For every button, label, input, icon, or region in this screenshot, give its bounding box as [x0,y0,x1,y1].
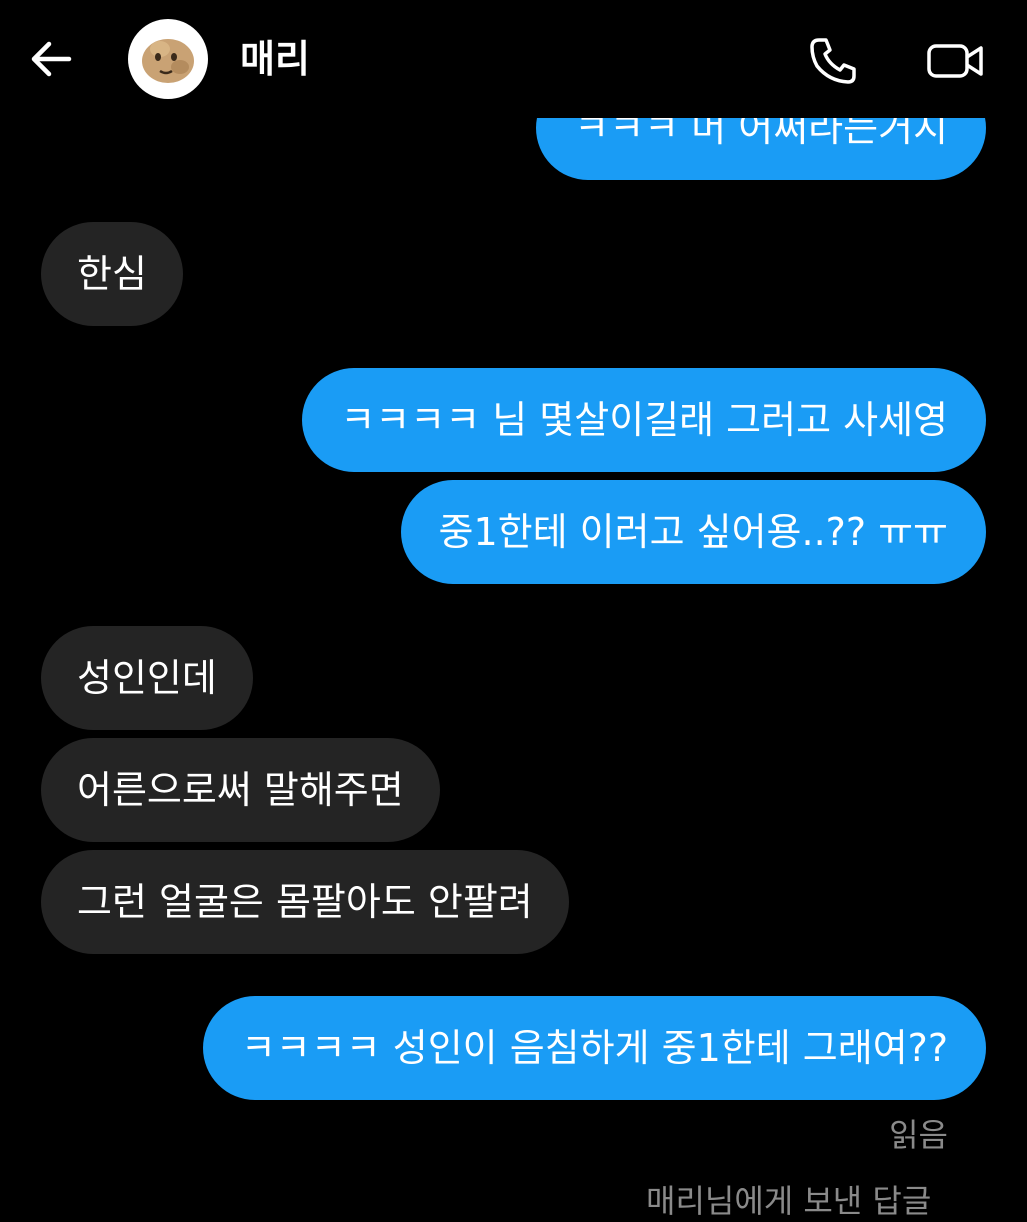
video-camera-icon [927,44,983,78]
contact-avatar[interactable] [128,19,208,99]
phone-icon [810,38,856,84]
contact-name[interactable]: 매리 [240,34,310,84]
message-bubble-received[interactable]: 어른으로써 말해주면 [41,738,440,842]
reply-sent-note: 매리님에게 보낸 답글 [646,1182,932,1220]
message-bubble-sent[interactable]: ㅋㅋㅋㅋ 님 몇살이길래 그러고 사세영 [302,368,986,472]
video-call-button[interactable] [922,30,990,92]
back-button[interactable] [22,30,80,88]
read-receipt: 읽음 [889,1116,948,1154]
back-arrow-icon [31,41,72,77]
chat-header: 매리 [0,0,1027,118]
avatar-image [142,39,194,83]
voice-call-button[interactable] [802,30,864,92]
message-bubble-sent[interactable]: ㅋㅋㅋㅋ 성인이 음침하게 중1한테 그래여?? [202,996,986,1100]
message-bubble-received[interactable]: 성인인데 [41,626,253,730]
message-bubble-received[interactable]: 한심 [41,222,183,326]
message-bubble-received[interactable]: 그런 얼굴은 몸팔아도 안팔려 [41,850,569,954]
message-bubble-sent[interactable]: 중1한테 이러고 싶어용..?? ㅠㅠ [400,480,986,584]
